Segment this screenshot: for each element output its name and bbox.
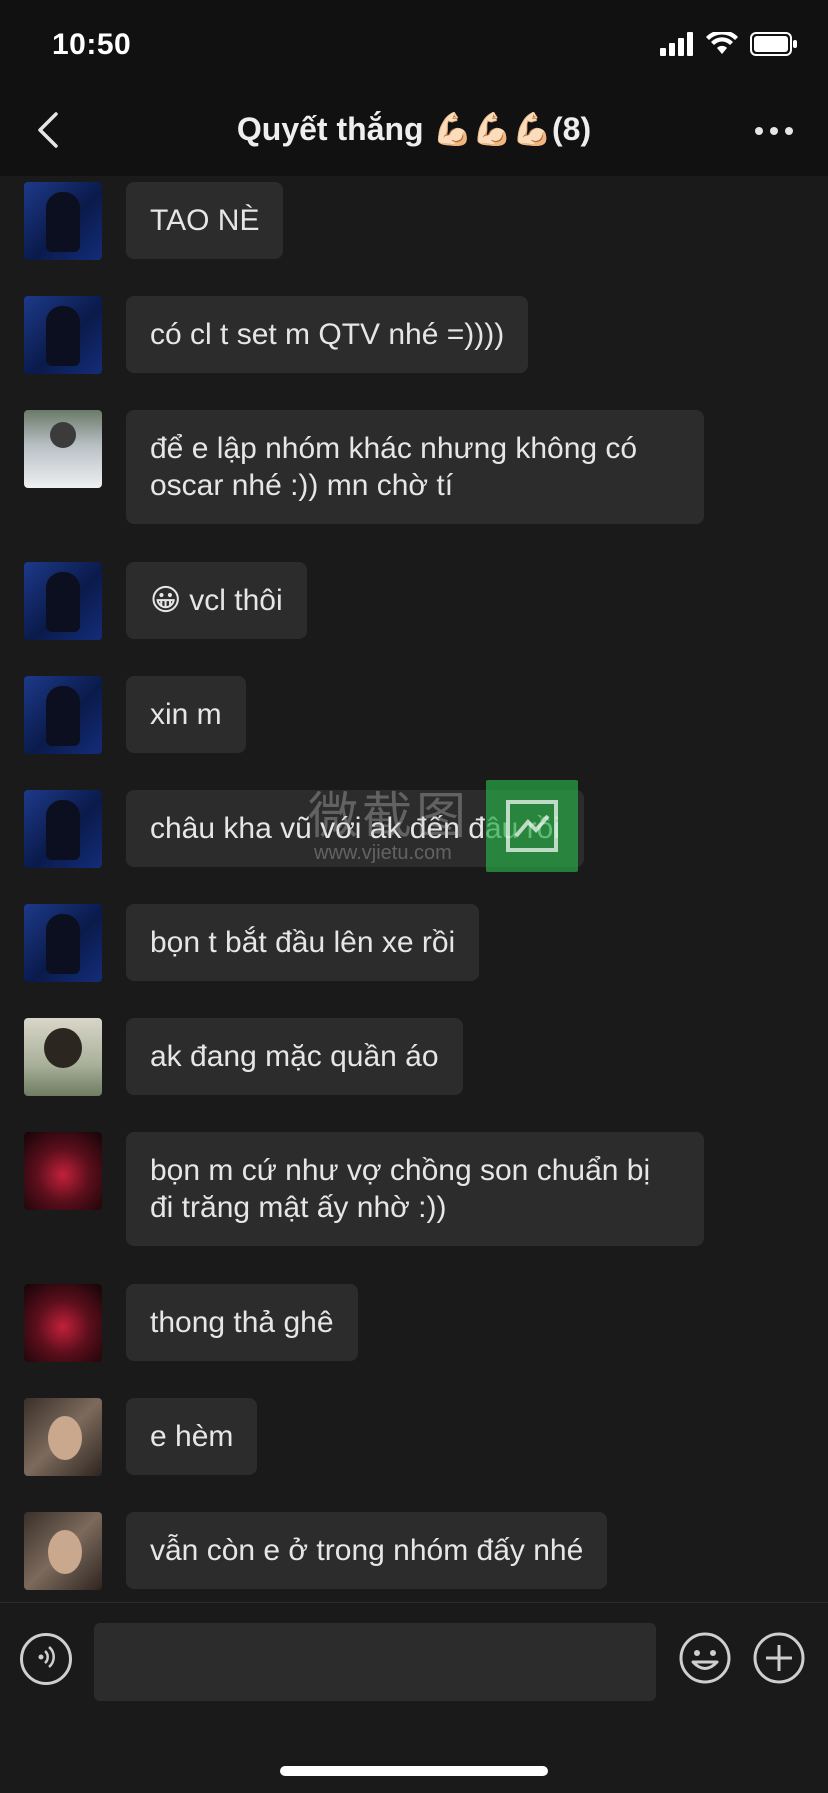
avatar[interactable] (24, 790, 102, 868)
message-bubble[interactable]: 😀 vcl thôi (126, 562, 307, 639)
chat-header: Quyết thắng 💪🏻💪🏻💪🏻(8) (0, 88, 828, 176)
message-text: vcl thôi (189, 584, 283, 617)
avatar[interactable] (24, 562, 102, 640)
message-bubble[interactable]: xin m (126, 676, 246, 753)
message-bubble[interactable]: thong thả ghê (126, 1284, 358, 1361)
message-text: bọn m cứ như vợ chồng son chuẩn bị đi tr… (150, 1154, 651, 1224)
message-text: có cl t set m QTV nhé =)))) (150, 318, 505, 351)
avatar[interactable] (24, 676, 102, 754)
status-icons (660, 30, 798, 61)
avatar[interactable] (24, 1284, 102, 1362)
emoji-button[interactable] (678, 1631, 732, 1690)
status-bar: 10:50 (0, 0, 828, 88)
avatar[interactable] (24, 1132, 102, 1210)
message-bubble[interactable]: vẫn còn e ở trong nhóm đấy nhé (126, 1512, 608, 1589)
message-text: vẫn còn e ở trong nhóm đấy nhé (150, 1534, 584, 1567)
emoji-icon (678, 1631, 732, 1690)
message-row: TAO NÈ (24, 182, 284, 260)
avatar[interactable] (24, 296, 102, 374)
message-bubble[interactable]: châu kha vũ với ak đến đâu rồi (126, 790, 584, 867)
plus-icon (752, 1631, 806, 1690)
message-text: châu kha vũ với ak đến đâu rồi (150, 812, 560, 845)
message-bubble[interactable]: để e lập nhóm khác nhưng không có oscar … (126, 410, 704, 524)
message-row: ak đang mặc quần áo (24, 1018, 463, 1096)
message-bubble[interactable]: bọn m cứ như vợ chồng son chuẩn bị đi tr… (126, 1132, 704, 1246)
more-horizontal-icon (754, 123, 794, 141)
message-row: 😀 vcl thôi (24, 562, 307, 640)
avatar[interactable] (24, 182, 102, 260)
avatar[interactable] (24, 1398, 102, 1476)
message-bubble[interactable]: TAO NÈ (126, 182, 284, 259)
more-options-button[interactable] (750, 108, 798, 156)
avatar[interactable] (24, 1018, 102, 1096)
message-row: có cl t set m QTV nhé =)))) (24, 296, 529, 374)
message-bubble[interactable]: bọn t bắt đầu lên xe rồi (126, 904, 480, 981)
chat-title: Quyết thắng 💪🏻💪🏻💪🏻(8) (236, 111, 592, 147)
message-bubble[interactable]: có cl t set m QTV nhé =)))) (126, 296, 529, 373)
status-time: 10:50 (52, 28, 132, 61)
message-bubble[interactable]: ak đang mặc quần áo (126, 1018, 463, 1095)
message-row: bọn t bắt đầu lên xe rồi (24, 904, 480, 982)
avatar[interactable] (24, 1512, 102, 1590)
message-text: e hèm (150, 1420, 234, 1453)
message-row: e hèm (24, 1398, 258, 1476)
message-row: bọn m cứ như vợ chồng son chuẩn bị đi tr… (24, 1132, 704, 1246)
message-row: châu kha vũ với ak đến đâu rồi (24, 790, 584, 868)
grinning-face-emoji: 😀 (150, 584, 182, 617)
message-bubble[interactable]: e hèm (126, 1398, 258, 1475)
home-indicator[interactable] (280, 1766, 548, 1776)
wifi-icon (706, 30, 738, 61)
message-row: để e lập nhóm khác nhưng không có oscar … (24, 410, 704, 524)
more-actions-button[interactable] (752, 1631, 806, 1690)
voice-icon (31, 1642, 61, 1677)
message-row: vẫn còn e ở trong nhóm đấy nhé (24, 1512, 608, 1590)
message-row: xin m (24, 676, 246, 754)
input-bar (0, 1602, 828, 1793)
message-text: thong thả ghê (150, 1306, 334, 1339)
avatar[interactable] (24, 410, 102, 488)
cellular-signal-icon (660, 32, 694, 61)
message-input[interactable] (94, 1623, 656, 1701)
avatar[interactable] (24, 904, 102, 982)
message-text: TAO NÈ (150, 204, 260, 237)
voice-button[interactable] (20, 1633, 72, 1685)
message-text: xin m (150, 698, 222, 731)
message-text: bọn t bắt đầu lên xe rồi (150, 926, 456, 959)
message-text: ak đang mặc quần áo (150, 1040, 439, 1073)
message-row: thong thả ghê (24, 1284, 358, 1362)
message-list[interactable]: TAO NÈ có cl t set m QTV nhé =)))) để e … (0, 176, 828, 1602)
battery-icon (750, 32, 798, 61)
message-text: để e lập nhóm khác nhưng không có oscar … (150, 432, 638, 502)
